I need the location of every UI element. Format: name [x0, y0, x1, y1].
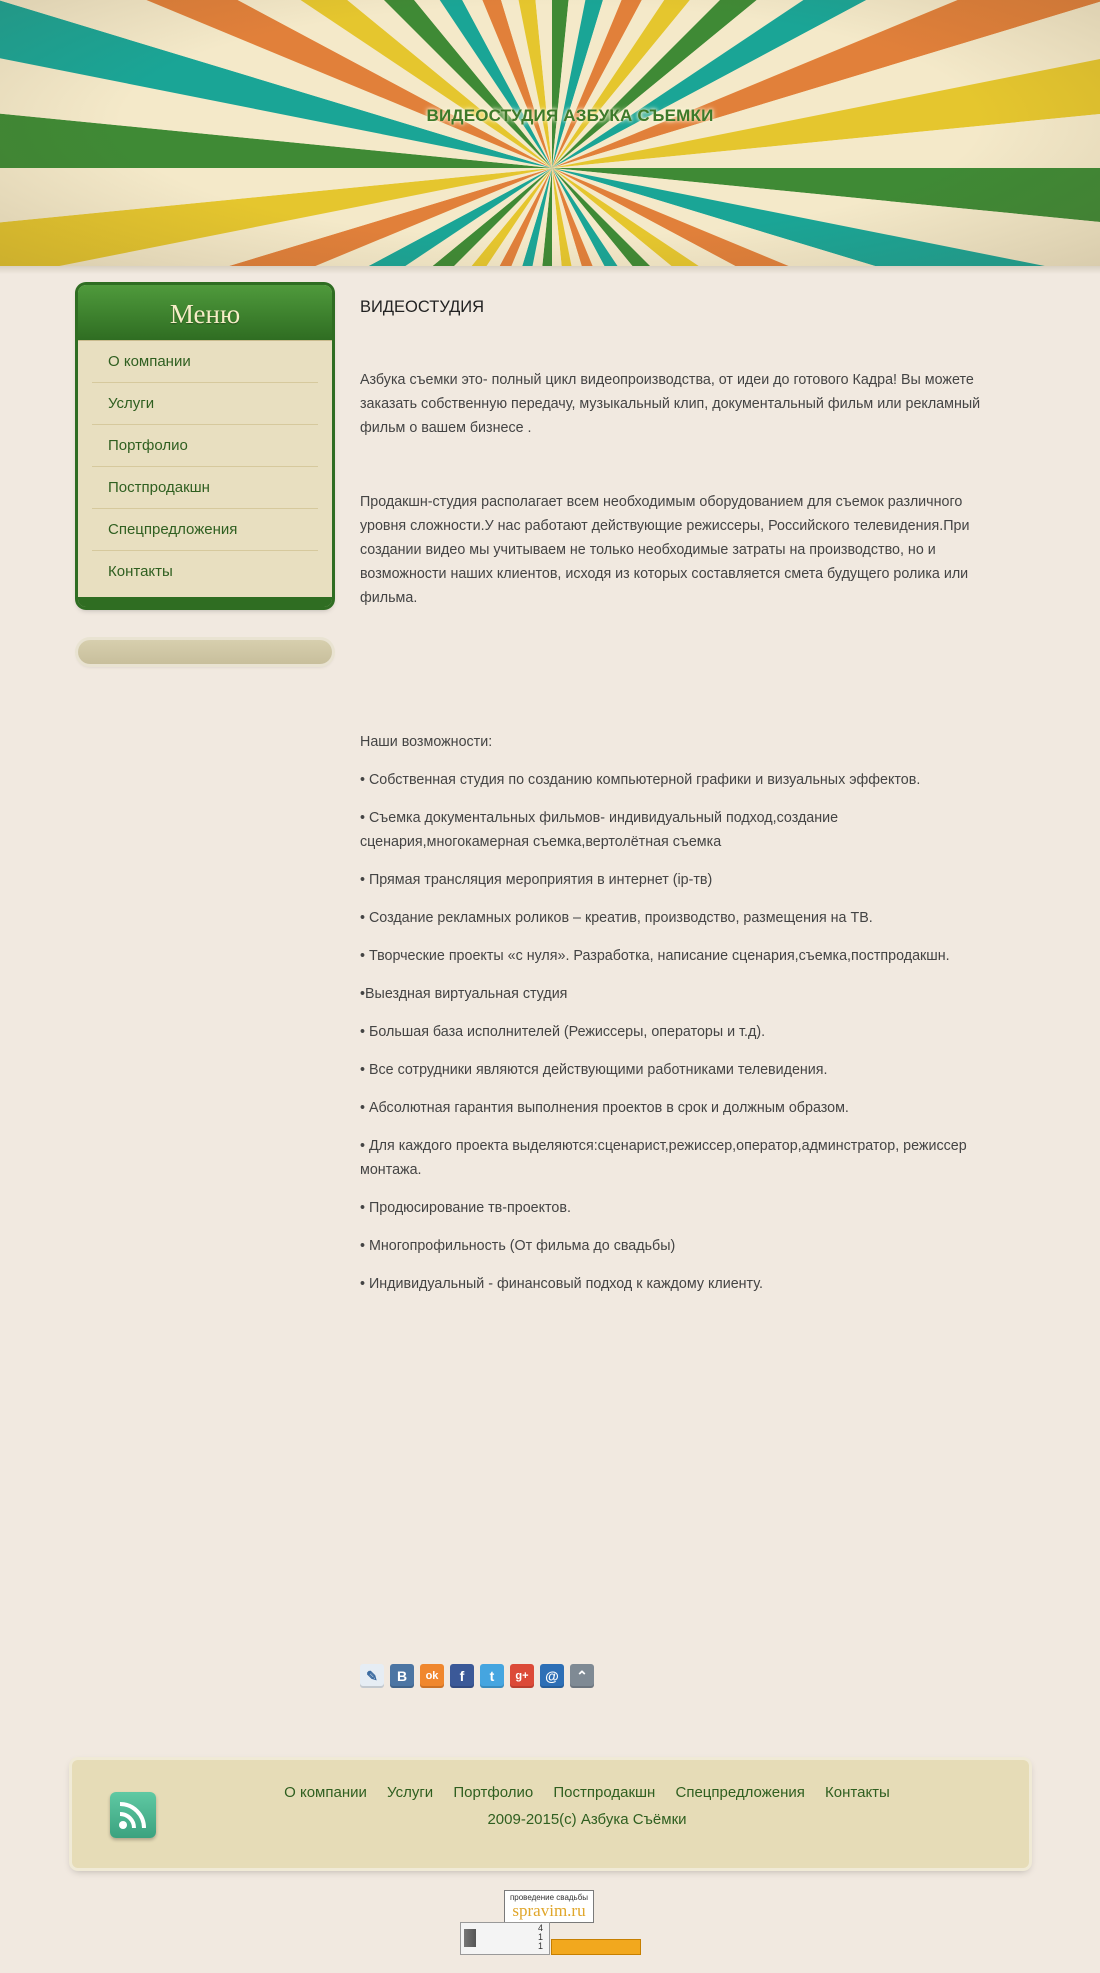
capability-item: • Съемка документальных фильмов- индивид…	[360, 810, 839, 850]
capability-item: • Продюсирование тв-проектов.	[360, 1200, 571, 1216]
capability-item: • Многопрофильность (От фильма до свадьб…	[360, 1238, 676, 1254]
capabilities-title: Наши возможности:	[360, 734, 493, 750]
copyright: 2009-2015(c) Азбука Съёмки	[487, 1811, 687, 1828]
header-vignette	[0, 0, 1100, 270]
badge-brand: spravim.ru	[512, 1901, 586, 1920]
capabilities-list: • Собственная студия по созданию компьют…	[360, 768, 992, 1310]
header-divider	[0, 266, 1100, 274]
menu-item-services[interactable]: Услуги	[92, 383, 318, 425]
vkontakte-icon[interactable]: В	[390, 1664, 414, 1688]
footer-link-about[interactable]: О компании	[284, 1784, 367, 1801]
menu-item-special-offers[interactable]: Спецпредложения	[92, 509, 318, 551]
capability-item: •Выездная виртуальная студия	[360, 986, 568, 1002]
menu-item-contacts[interactable]: Контакты	[92, 551, 318, 592]
capability-item: • Для каждого проекта выделяются:сценари…	[360, 1138, 967, 1178]
footer-link-special-offers[interactable]: Спецпредложения	[676, 1784, 805, 1801]
counter-values: 4 1 1	[538, 1924, 543, 1951]
capability-item: • Абсолютная гарантия выполнения проекто…	[360, 1100, 849, 1116]
google-plus-icon[interactable]: g+	[510, 1664, 534, 1688]
twitter-icon[interactable]: t	[480, 1664, 504, 1688]
mail-icon[interactable]: @	[540, 1664, 564, 1688]
menu-footer-bar	[78, 597, 332, 607]
capability-item: • Прямая трансляция мероприятия в интерн…	[360, 872, 713, 888]
facebook-icon[interactable]: f	[450, 1664, 474, 1688]
capability-item: • Индивидуальный - финансовый подход к к…	[360, 1276, 763, 1292]
footer-link-postproduction[interactable]: Постпродакшн	[553, 1784, 655, 1801]
menu-heading: Меню	[78, 285, 332, 341]
menu-item-portfolio[interactable]: Портфолио	[92, 425, 318, 467]
capability-item: • Большая база исполнителей (Режиссеры, …	[360, 1024, 766, 1040]
footer-nav: О компании Услуги Портфолио Постпродакшн…	[72, 1784, 1100, 1801]
header-banner: ВИДЕОСТУДИЯ АЗБУКА СЪЕМКИ	[0, 0, 1100, 270]
footer: О компании Услуги Портфолио Постпродакшн…	[72, 1760, 1029, 1868]
intro-paragraph: Азбука съемки это- полный цикл видеопрои…	[360, 372, 981, 436]
footer-link-contacts[interactable]: Контакты	[825, 1784, 890, 1801]
footer-link-services[interactable]: Услуги	[387, 1784, 433, 1801]
rating-badge[interactable]	[551, 1939, 641, 1955]
capability-item: • Творческие проекты «с нуля». Разработк…	[360, 948, 950, 964]
livejournal-icon[interactable]: ✎	[360, 1664, 384, 1688]
share-buttons: ✎ В ok f t g+ @ ⌃	[360, 1664, 594, 1688]
counter-bars-icon	[464, 1929, 476, 1947]
visitor-counter[interactable]: 4 1 1	[460, 1922, 550, 1955]
capability-item: • Все сотрудники являются действующими р…	[360, 1062, 828, 1078]
page-title: ВИДЕОСТУДИЯ	[360, 298, 485, 316]
menu-item-postproduction[interactable]: Постпродакшн	[92, 467, 318, 509]
odnoklassniki-icon[interactable]: ok	[420, 1664, 444, 1688]
sidebar-menu: Меню О компании Услуги Портфолио Постпро…	[78, 285, 332, 607]
capability-item: • Создание рекламных роликов – креатив, …	[360, 910, 873, 926]
more-icon[interactable]: ⌃	[570, 1664, 594, 1688]
menu-heading-label: Меню	[169, 299, 241, 329]
sidebar-search-bar[interactable]	[78, 640, 332, 664]
footer-link-portfolio[interactable]: Портфолио	[453, 1784, 533, 1801]
capability-item: • Собственная студия по созданию компьют…	[360, 772, 921, 788]
menu-item-about[interactable]: О компании	[92, 341, 318, 383]
menu-list: О компании Услуги Портфолио Постпродакшн…	[78, 341, 332, 592]
counter-line: 1	[537, 1941, 543, 1951]
main-content: ВИДЕОСТУДИЯ Азбука съемки это- полный ци…	[360, 290, 992, 1292]
spravim-badge[interactable]: проведение свадьбы spravim.ru	[504, 1890, 594, 1923]
site-title[interactable]: ВИДЕОСТУДИЯ АЗБУКА СЪЕМКИ	[0, 106, 1100, 126]
studio-paragraph: Продакшн-студия располагает всем необход…	[360, 494, 970, 606]
